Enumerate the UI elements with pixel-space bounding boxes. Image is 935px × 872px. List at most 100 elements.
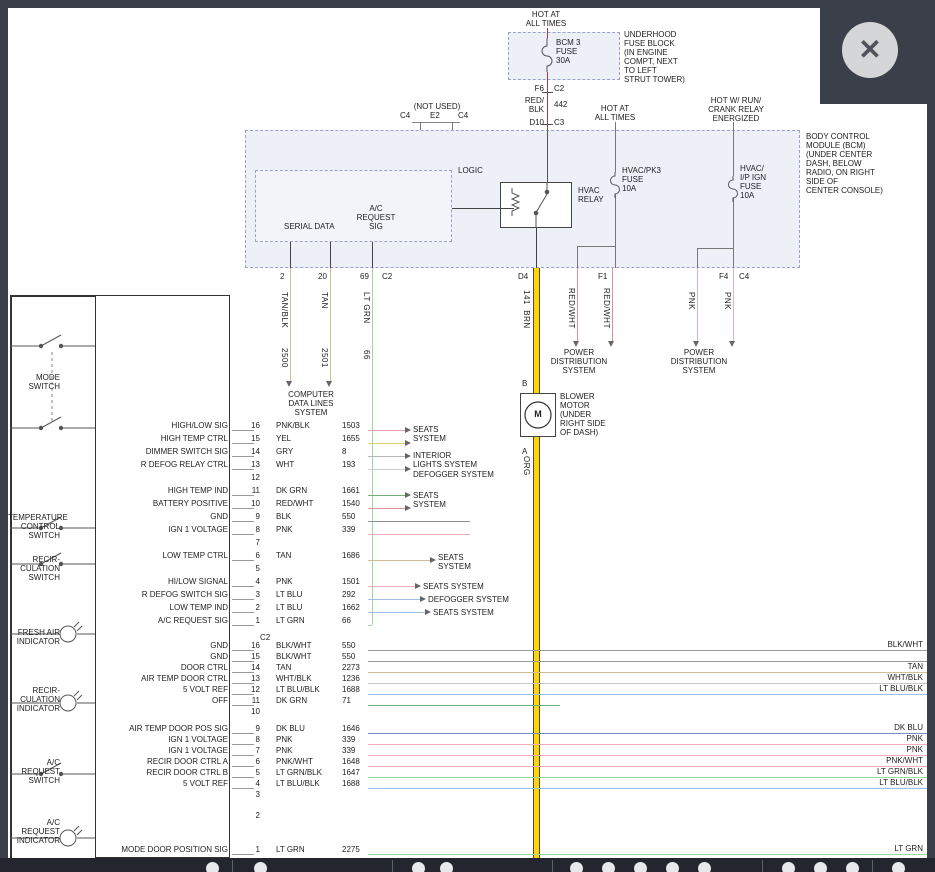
pin-number: 12 <box>246 685 260 694</box>
signal-label: AIR TEMP DOOR CTRL <box>108 674 228 683</box>
circuit-number: 71 <box>342 696 351 705</box>
system-ref-label: SEATS SYSTEM <box>438 553 471 571</box>
wire-color-label: BLK/WHT <box>276 641 312 650</box>
wire-row-stub <box>232 683 254 684</box>
pin-number: 8 <box>246 735 260 744</box>
circuit-number: 1646 <box>342 724 360 733</box>
circuit-number: 339 <box>342 525 355 534</box>
corner-overlay: ✕ <box>820 8 927 104</box>
pin-number: 11 <box>246 696 260 705</box>
signal-label: IGN 1 VOLTAGE <box>108 525 228 534</box>
pin-number: 15 <box>246 652 260 661</box>
signal-label: RECIR DOOR CTRL B <box>108 768 228 777</box>
pin-number: 6 <box>246 551 260 560</box>
wire-row-stub <box>232 777 254 778</box>
pin-number: 12 <box>246 473 260 482</box>
wire-row-stub <box>232 586 254 587</box>
settings-icon[interactable] <box>634 862 647 872</box>
wire-row-stub <box>232 755 254 756</box>
signal-label: AIR TEMP DOOR POS SIG <box>108 724 228 733</box>
close-button[interactable]: ✕ <box>842 22 898 78</box>
pin-number: 5 <box>246 768 260 777</box>
clock-icon[interactable] <box>206 862 219 872</box>
wire-color-label: RED/WHT <box>276 499 313 508</box>
circuit-number: 550 <box>342 652 355 661</box>
close-icon: ✕ <box>858 34 881 65</box>
layers-icon[interactable] <box>440 862 453 872</box>
wire-color-label: PNK/WHT <box>276 757 313 766</box>
wire-row-stub <box>232 733 254 734</box>
arrow-right-icon <box>405 492 411 498</box>
toolbar-separator <box>762 860 763 872</box>
signal-label: GND <box>108 652 228 661</box>
circuit-number: 1655 <box>342 434 360 443</box>
zoom-icon[interactable] <box>254 862 267 872</box>
wire-color-label: LT BLU/BLK <box>276 685 320 694</box>
pin-number: 2 <box>246 811 260 820</box>
pin-number: 14 <box>246 447 260 456</box>
connector-rows-layer: 16PNK/BLK1503HIGH/LOW SIG15YEL1655HIGH T… <box>8 8 927 858</box>
play-icon[interactable] <box>698 862 711 872</box>
pin-number: 9 <box>246 724 260 733</box>
system-ref-label: INTERIOR LIGHTS SYSTEM <box>413 451 477 469</box>
wire-color-label-right: PNK <box>823 734 923 743</box>
circuit-number: 66 <box>342 616 351 625</box>
pin-number: 16 <box>246 641 260 650</box>
wire-row-stub <box>232 661 254 662</box>
circuit-number: 1688 <box>342 779 360 788</box>
wire-color-label: WHT/BLK <box>276 674 312 683</box>
circuit-number: 1647 <box>342 768 360 777</box>
wire-color-label: LT BLU/BLK <box>276 779 320 788</box>
signal-label: GND <box>108 641 228 650</box>
circuit-number: 292 <box>342 590 355 599</box>
signal-label: DOOR CTRL <box>108 663 228 672</box>
wire-color-label: LT BLU <box>276 603 302 612</box>
circuit-number: 1661 <box>342 486 360 495</box>
wire-row-stub <box>232 469 254 470</box>
chart-icon[interactable] <box>814 862 827 872</box>
wire-row-stub <box>232 705 254 706</box>
wire-row-line <box>368 508 405 509</box>
pin-number: 7 <box>246 746 260 755</box>
wire-row-line <box>368 694 927 695</box>
signal-label: OFF <box>108 696 228 705</box>
wire-row-stub <box>232 456 254 457</box>
users-icon[interactable] <box>412 862 425 872</box>
wire-color-label-right: PNK/WHT <box>823 756 923 765</box>
wire-row-line <box>368 599 420 600</box>
mail-icon[interactable] <box>892 862 905 872</box>
arrow-right-icon <box>425 609 431 615</box>
pause-icon[interactable] <box>666 862 679 872</box>
pin-number: 4 <box>246 577 260 586</box>
pin-number: 11 <box>246 486 260 495</box>
signal-label: RECIR DOOR CTRL A <box>108 757 228 766</box>
circuit-number: 1236 <box>342 674 360 683</box>
wire-row-line <box>368 521 470 522</box>
image-icon[interactable] <box>782 862 795 872</box>
signal-label: MODE DOOR POSITION SIG <box>108 845 228 854</box>
circuit-number: 550 <box>342 512 355 521</box>
stop-icon[interactable] <box>570 862 583 872</box>
wire-color-label: LT GRN/BLK <box>276 768 322 777</box>
system-ref-label: SEATS SYSTEM <box>413 425 446 443</box>
pin-number: 10 <box>246 499 260 508</box>
wiring-diagram-canvas[interactable]: HOT AT ALL TIMES BCM 3 FUSE 30A UNDERHOO… <box>8 8 927 858</box>
arrow-right-icon <box>420 596 426 602</box>
circuit-number: 1648 <box>342 757 360 766</box>
wire-row-line <box>368 788 927 789</box>
signal-label: R DEFOG SWITCH SIG <box>108 590 228 599</box>
pin-number: 16 <box>246 421 260 430</box>
wire-color-label-right: DK BLU <box>823 723 923 732</box>
signal-label: HIGH/LOW SIG <box>108 421 228 430</box>
wire-row-stub <box>232 766 254 767</box>
wire-row-line <box>368 650 927 651</box>
pin-number: 7 <box>246 538 260 547</box>
wire-color-label: LT BLU <box>276 590 302 599</box>
pin-number: 1 <box>246 845 260 854</box>
pin-number: 10 <box>246 707 260 716</box>
record-icon[interactable] <box>602 862 615 872</box>
document-icon[interactable] <box>846 862 859 872</box>
circuit-number: 1503 <box>342 421 360 430</box>
arrow-right-icon <box>430 557 436 563</box>
signal-label: HIGH TEMP IND <box>108 486 228 495</box>
